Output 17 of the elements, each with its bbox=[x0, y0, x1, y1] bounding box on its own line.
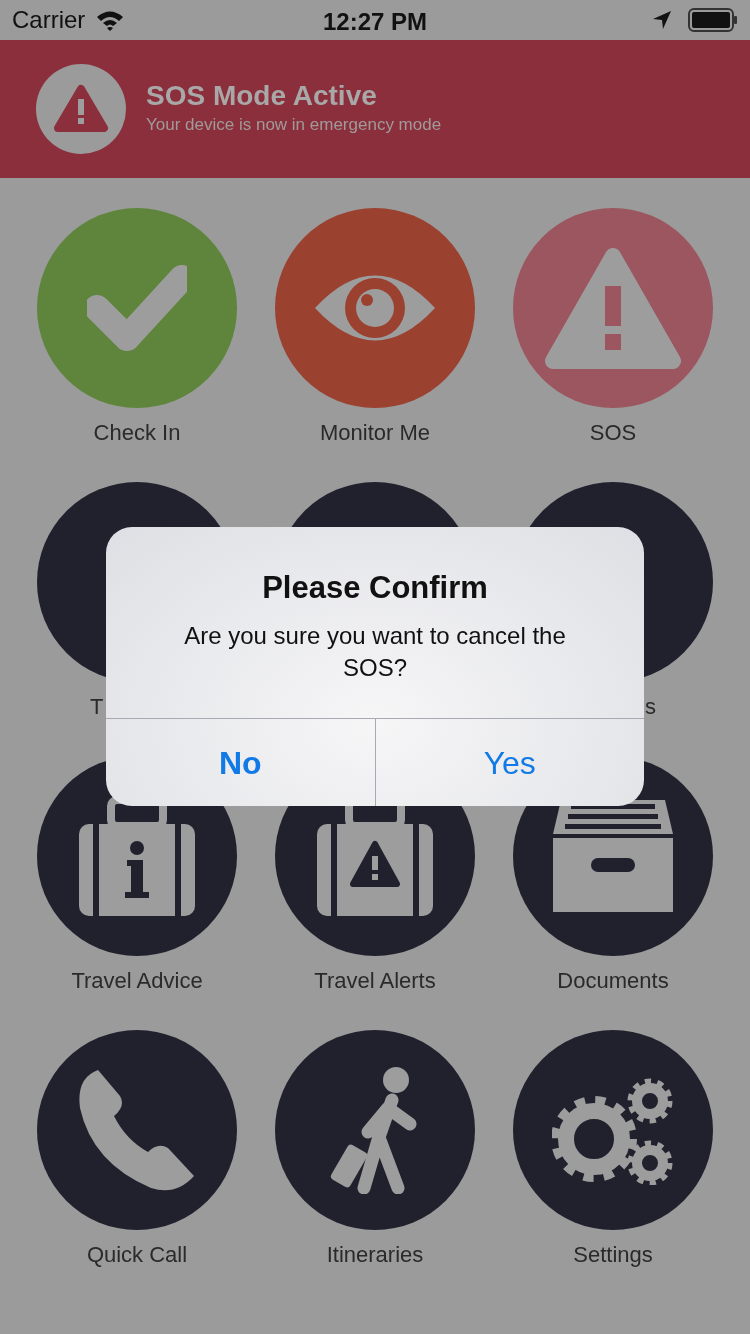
tile-label: s bbox=[645, 693, 656, 721]
clock-time: 12:27 PM bbox=[322, 7, 428, 37]
carrier-name: Carrier bbox=[12, 5, 86, 35]
tile-label: Monitor Me bbox=[319, 419, 430, 447]
banner-subtitle: Your device is now in emergency mode bbox=[146, 113, 442, 136]
tile-label: Settings bbox=[573, 1241, 653, 1269]
tile-label: T bbox=[90, 693, 104, 721]
tile-label: Travel Alerts bbox=[314, 967, 436, 995]
dialog-title: Please Confirm bbox=[261, 569, 489, 607]
tile-label: Travel Advice bbox=[71, 967, 203, 995]
tile-label: Check In bbox=[93, 419, 181, 447]
banner-title: SOS Mode Active bbox=[146, 80, 378, 112]
tile-label: SOS bbox=[589, 419, 637, 447]
tile-label: Quick Call bbox=[86, 1241, 188, 1269]
dialog-message: Are you sure you want to cancel the SOS? bbox=[183, 620, 567, 683]
tile-label: Documents bbox=[557, 967, 669, 995]
tile-label: Itineraries bbox=[326, 1241, 424, 1269]
